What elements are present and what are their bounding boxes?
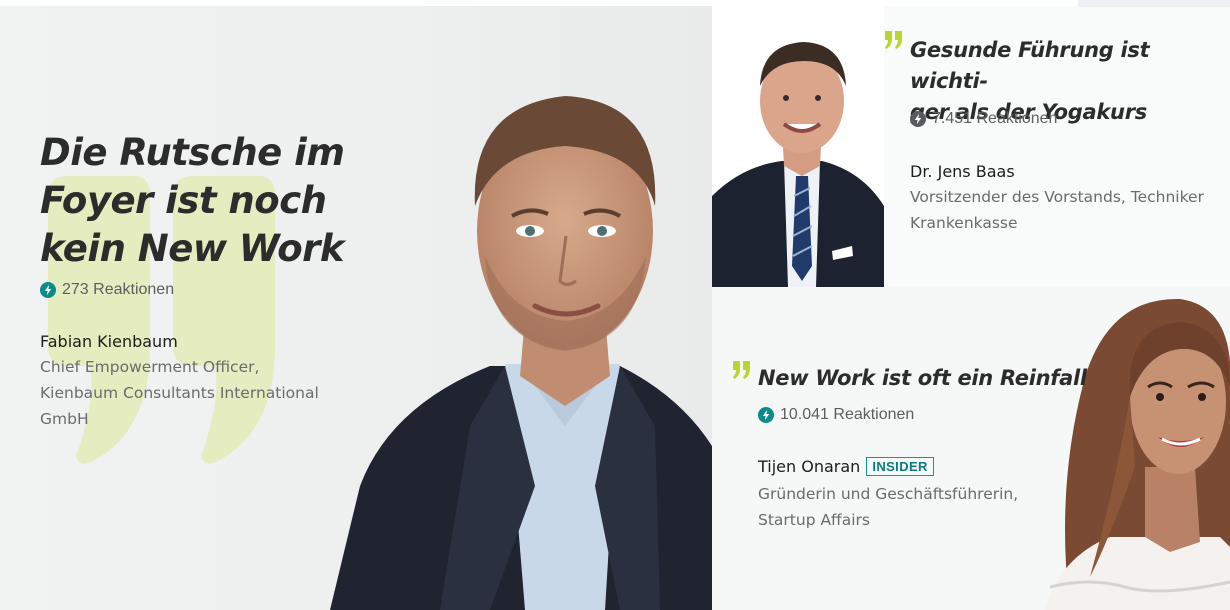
lightning-bolt-icon <box>40 282 56 298</box>
author-role: Chief Empowerment Officer, Kienbaum Cons… <box>40 354 340 432</box>
lightning-bolt-icon <box>758 407 774 423</box>
role-line: Chief Empowerment Officer, <box>40 358 260 376</box>
quote-mark-icon <box>733 361 750 379</box>
reactions-label: 7.451 Reaktionen <box>932 110 1058 127</box>
title-line: Gesunde Führung ist wichti- <box>910 38 1150 93</box>
author-name[interactable]: Dr. Jens Baas <box>910 162 1015 181</box>
insider-badge: INSIDER <box>866 457 934 476</box>
lightning-bolt-icon <box>910 111 926 127</box>
role-line: Startup Affairs <box>758 511 870 529</box>
header-edge <box>1078 0 1230 7</box>
title-line: Die Rutsche im <box>40 131 345 174</box>
author-portrait[interactable] <box>320 66 712 610</box>
author-name-row: Tijen Onaran INSIDER <box>758 457 934 476</box>
article-teaser-grid: Die Rutsche im Foyer ist noch kein New W… <box>0 0 1230 610</box>
role-line: Kienbaum Consultants International <box>40 384 319 402</box>
reactions-count: 7.451 Reaktionen <box>910 110 1057 128</box>
author-portrait[interactable] <box>1030 287 1230 610</box>
role-line: GmbH <box>40 410 89 428</box>
role-line: Krankenkasse <box>910 214 1018 232</box>
reactions-count: 273 Reaktionen <box>40 281 174 299</box>
author-portrait[interactable] <box>712 6 884 287</box>
author-name[interactable]: Fabian Kienbaum <box>40 332 178 351</box>
title-line: kein New Work <box>40 227 344 270</box>
role-line: Vorsitzender des Vorstands, Techniker <box>910 188 1204 206</box>
quote-mark-icon <box>885 31 902 49</box>
featured-article-card[interactable]: Die Rutsche im Foyer ist noch kein New W… <box>0 6 712 610</box>
author-role: Vorsitzender des Vorstands, Techniker Kr… <box>910 184 1225 236</box>
article-title[interactable]: New Work ist oft ein Reinfall <box>758 363 1088 394</box>
title-line: Foyer ist noch <box>40 179 327 222</box>
article-card-bottom-right[interactable]: New Work ist oft ein Reinfall 10.041 Rea… <box>712 287 1230 610</box>
author-role: Gründerin und Geschäftsführerin, Startup… <box>758 481 1058 533</box>
author-name[interactable]: Tijen Onaran <box>758 457 860 476</box>
article-card-top-right[interactable]: Gesunde Führung ist wichti- ger als der … <box>712 6 1230 287</box>
reactions-count: 10.041 Reaktionen <box>758 406 914 424</box>
reactions-label: 273 Reaktionen <box>62 281 175 298</box>
role-line: Gründerin und Geschäftsführerin, <box>758 485 1019 503</box>
reactions-label: 10.041 Reaktionen <box>780 406 915 423</box>
